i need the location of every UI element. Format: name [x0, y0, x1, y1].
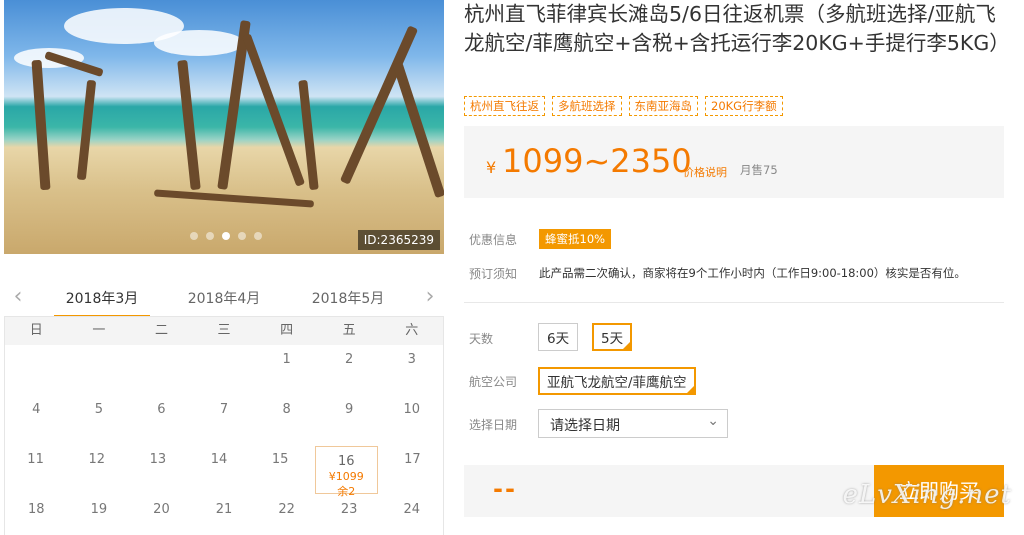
- calendar-month-nav: ‹ 2018年3月 2018年4月 2018年5月 ›: [4, 282, 444, 317]
- slide-dot[interactable]: [254, 232, 262, 240]
- price-explain-link[interactable]: 价格说明: [683, 164, 727, 180]
- calendar-day-number: 16: [338, 454, 355, 469]
- days-option-5-selected[interactable]: 5天: [592, 323, 633, 351]
- slide-indicator[interactable]: [190, 232, 262, 240]
- airline-option-selected[interactable]: 亚航飞龙航空/菲鹰航空: [538, 367, 696, 395]
- driftwood: [31, 59, 51, 191]
- calendar-day: 24: [403, 502, 421, 517]
- calendar-row: 1 2 3: [5, 345, 443, 395]
- calendar-day: [68, 345, 131, 395]
- calendar-day: 5: [94, 402, 103, 417]
- discount-label: 优惠信息: [469, 233, 518, 247]
- airline-label: 航空公司: [469, 375, 518, 389]
- calendar-day: 20: [153, 502, 170, 517]
- booking-text: 此产品需二次确认，商家将在9个工作小时内（工作日9:00-18:00）核实是否有…: [539, 266, 966, 280]
- photo-id-label: ID:2365239: [357, 230, 440, 250]
- driftwood: [153, 189, 315, 208]
- total-price: --: [493, 475, 517, 503]
- calendar-day: 1: [282, 352, 291, 367]
- weekday: 日: [29, 323, 43, 338]
- calendar-day: 13: [149, 452, 167, 467]
- divider: [464, 302, 1004, 303]
- calendar-weekday-header: 日 一 二 三 四 五 六: [5, 317, 443, 345]
- calendar-day: 10: [403, 402, 421, 417]
- chevron-down-icon: ⌄: [707, 413, 719, 429]
- driftwood: [392, 61, 444, 199]
- slide-dot[interactable]: [238, 232, 246, 240]
- price-box: ¥ 1099~2350 价格说明 月售75: [464, 126, 1004, 198]
- calendar-day: 8: [282, 402, 291, 417]
- days-label: 天数: [469, 332, 494, 346]
- calendar-day: 2: [345, 352, 354, 367]
- price-currency: ¥: [486, 158, 497, 177]
- days-option-6[interactable]: 6天: [538, 323, 579, 351]
- site-watermark: eLvXing.net: [842, 480, 1012, 510]
- weekday: 五: [342, 323, 356, 338]
- discount-badge: 蜂蜜抵10%: [539, 229, 612, 249]
- booking-label: 预订须知: [469, 267, 518, 281]
- product-title: 杭州直飞菲律宾长滩岛5/6日往返机票（多航班选择/亚航飞龙航空/菲鹰航空+含税+…: [464, 2, 1010, 55]
- weekday: 三: [217, 323, 231, 338]
- calendar-row: 18 19 20 21 22 23 24: [5, 495, 443, 535]
- calendar-day: 3: [407, 352, 416, 367]
- calendar-day: 18: [28, 502, 45, 517]
- calendar-day: 15: [271, 452, 289, 467]
- calendar-day: 22: [278, 502, 295, 517]
- calendar-day-price: ¥1099: [328, 470, 364, 483]
- calendar-day: 17: [404, 452, 421, 467]
- calendar-day: 12: [88, 452, 105, 467]
- chevron-right-icon[interactable]: ›: [420, 286, 440, 310]
- calendar-day: 19: [90, 502, 108, 517]
- product-tag: 东南亚海岛: [628, 96, 698, 116]
- tab-month-1[interactable]: 2018年3月: [54, 288, 150, 317]
- tab-month-3[interactable]: 2018年5月: [300, 288, 396, 308]
- slide-dot[interactable]: [190, 232, 198, 240]
- calendar-day: [193, 345, 256, 395]
- product-tag: 多航班选择: [552, 96, 622, 116]
- driftwood: [241, 33, 306, 187]
- calendar-day: [130, 345, 193, 395]
- calendar-day: 4: [32, 402, 41, 417]
- calendar-day: 7: [219, 402, 229, 417]
- product-tags: 杭州直飞往返 多航班选择 东南亚海岛 20KG行李额: [464, 96, 783, 116]
- calendar-day: 9: [345, 402, 354, 417]
- photo-cloud: [154, 30, 244, 56]
- tab-month-2[interactable]: 2018年4月: [176, 288, 272, 308]
- slide-dot[interactable]: [206, 232, 214, 240]
- calendar-day: 23: [340, 502, 358, 517]
- calendar-grid: 日 一 二 三 四 五 六 1 2 3 4 5 6 7 8 9 10 11 12…: [4, 316, 444, 535]
- date-select-value: 请选择日期: [550, 418, 620, 434]
- calendar-row: 4 5 6 7 8 9 10: [5, 395, 443, 445]
- product-tag: 20KG行李额: [705, 96, 783, 116]
- slide-dot-active[interactable]: [222, 232, 230, 240]
- weekday: 一: [92, 323, 106, 338]
- product-tag: 杭州直飞往返: [464, 96, 545, 116]
- price-range: 1099~2350: [502, 142, 692, 180]
- weekday: 二: [154, 323, 168, 338]
- driftwood: [76, 79, 97, 181]
- calendar-day: [5, 345, 68, 395]
- driftwood: [177, 59, 201, 191]
- calendar-day: 21: [215, 502, 233, 517]
- calendar-day: 14: [210, 452, 228, 467]
- calendar-day: 6: [157, 402, 166, 417]
- date-select[interactable]: 请选择日期 ⌄: [538, 409, 728, 438]
- calendar-day: 11: [27, 452, 44, 467]
- product-photo[interactable]: ID:2365239: [4, 0, 444, 254]
- calendar-day-available[interactable]: 16 ¥1099 余2: [314, 446, 378, 498]
- weekday: 六: [405, 323, 419, 338]
- weekday: 四: [280, 323, 294, 338]
- calendar-row: 11 12 13 14 15 16 ¥1099 余2 17: [5, 445, 443, 498]
- chevron-left-icon[interactable]: ‹: [8, 286, 28, 310]
- date-label: 选择日期: [469, 418, 518, 432]
- monthly-sales: 月售75: [740, 163, 778, 177]
